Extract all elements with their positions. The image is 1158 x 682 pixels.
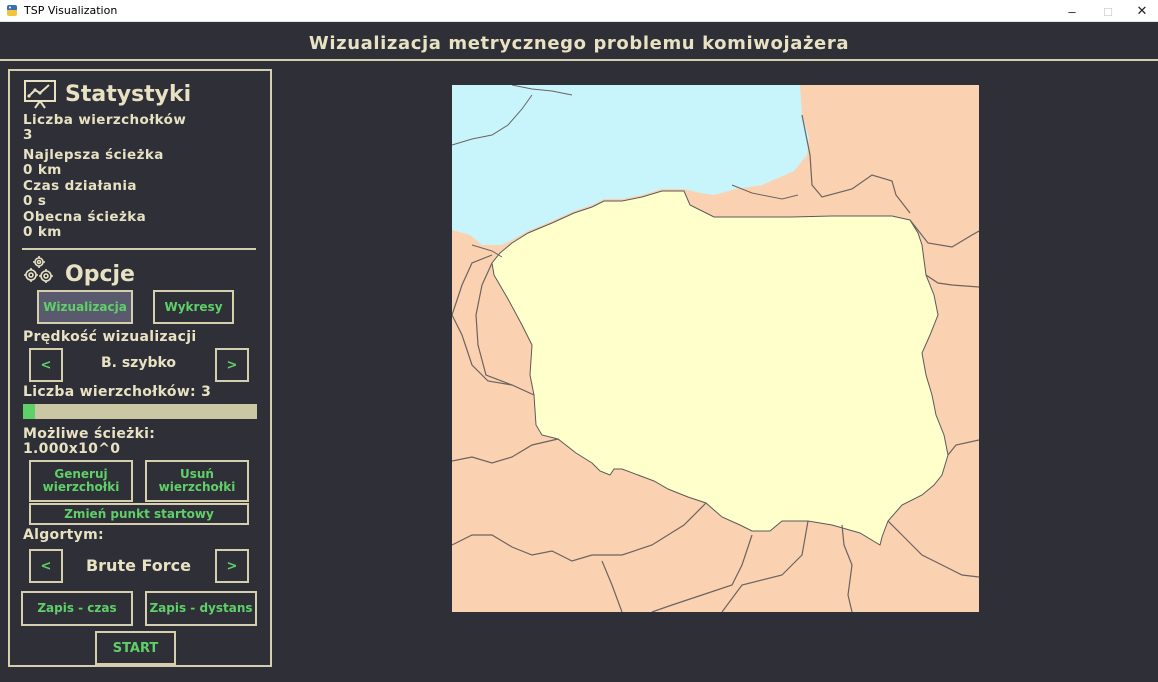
- map-canvas[interactable]: [452, 85, 979, 612]
- best-path-label: Najlepsza ścieżka: [23, 147, 164, 163]
- algorithm-next-button[interactable]: >: [215, 549, 249, 583]
- tab-visualization[interactable]: Wizualizacja: [37, 290, 133, 324]
- options-title: Opcje: [65, 262, 135, 287]
- vertex-count-slider[interactable]: [23, 404, 257, 419]
- control-panel: Statystyki Liczba wierzchołków 3 Najleps…: [8, 69, 272, 667]
- page-title: Wizualizacja metrycznego problemu komiwo…: [308, 33, 850, 54]
- generate-vertices-button[interactable]: Generuj wierzchołki: [29, 460, 133, 502]
- gears-icon: [24, 256, 53, 283]
- poland-map: [452, 85, 979, 612]
- vertices-label: Liczba wierzchołków: [23, 112, 187, 128]
- speed-value: B. szybko: [100, 355, 177, 371]
- speed-next-button[interactable]: >: [215, 348, 249, 382]
- algorithm-label: Algortym:: [23, 527, 104, 543]
- vertex-count-label: Liczba wierzchołków: 3: [23, 384, 212, 400]
- runtime-label: Czas działania: [23, 178, 137, 194]
- possible-paths-label: Możliwe ścieżki:: [23, 426, 156, 442]
- best-path-value: 0 km: [23, 162, 62, 178]
- poland-shape: [491, 190, 949, 546]
- change-start-point-button[interactable]: Zmień punkt startowy: [29, 503, 249, 525]
- stats-divider: [22, 248, 256, 250]
- speed-prev-button[interactable]: <: [29, 348, 63, 382]
- possible-paths-value: 1.000x10^0: [23, 441, 121, 457]
- current-path-value: 0 km: [23, 224, 62, 240]
- delete-vertices-button[interactable]: Usuń wierzchołki: [145, 460, 249, 502]
- python-app-icon: [7, 5, 17, 16]
- save-distance-button[interactable]: Zapis - dystans: [145, 591, 257, 626]
- close-button[interactable]: ✕: [1124, 0, 1158, 22]
- stats-title: Statystyki: [65, 82, 192, 107]
- current-path-label: Obecna ścieżka: [23, 209, 147, 225]
- window-title: TSP Visualization: [24, 4, 118, 17]
- algorithm-value: Brute Force: [85, 556, 192, 575]
- chart-icon: [24, 80, 56, 109]
- minimize-button[interactable]: –: [1054, 0, 1090, 22]
- algorithm-prev-button[interactable]: <: [29, 549, 63, 583]
- tab-charts[interactable]: Wykresy: [153, 290, 234, 324]
- header-divider: [0, 59, 1158, 61]
- speed-label: Prędkość wizualizacji: [23, 329, 197, 345]
- runtime-value: 0 s: [23, 193, 47, 209]
- save-time-button[interactable]: Zapis - czas: [21, 591, 133, 626]
- start-button[interactable]: START: [95, 631, 176, 665]
- vertices-value: 3: [23, 127, 33, 143]
- maximize-button[interactable]: □: [1090, 0, 1126, 22]
- slider-fill: [23, 404, 35, 419]
- window-title-bar[interactable]: TSP Visualization – □ ✕: [0, 0, 1158, 22]
- app-window: Wizualizacja metrycznego problemu komiwo…: [0, 23, 1158, 682]
